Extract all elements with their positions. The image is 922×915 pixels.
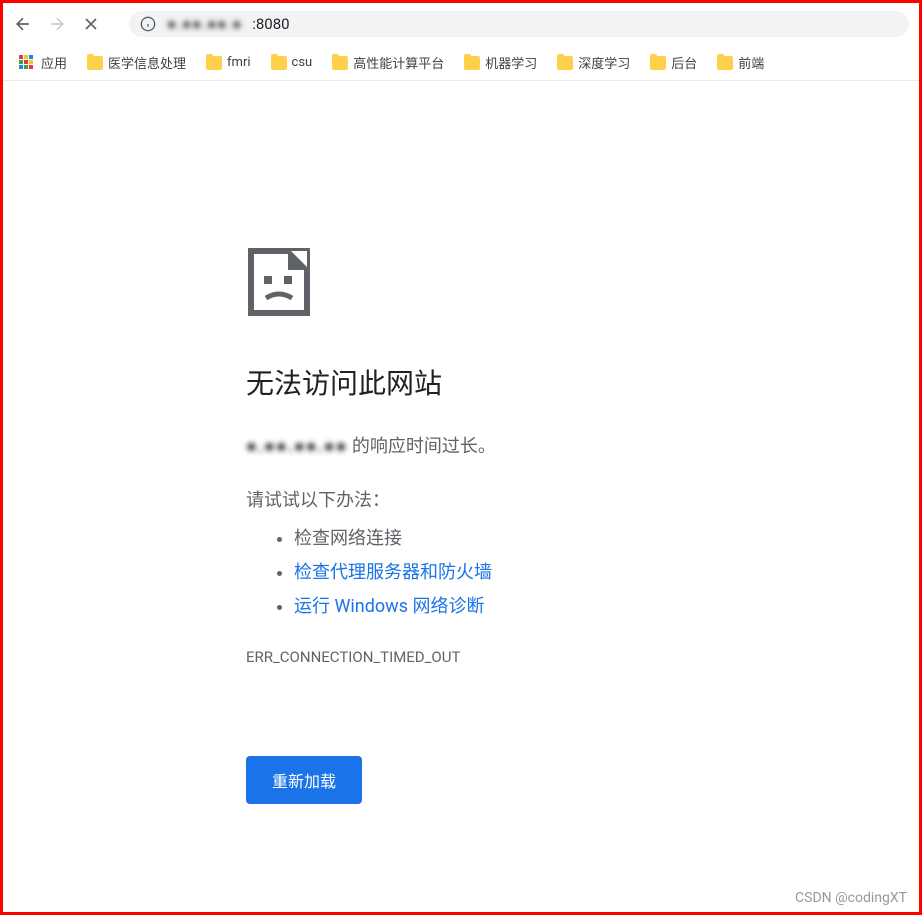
bookmark-item[interactable]: 高性能计算平台 [328,51,448,74]
folder-icon [650,56,666,70]
suggestion-item: 运行 Windows 网络诊断 [294,592,676,618]
bookmark-label: 医学信息处理 [108,53,186,72]
error-code: ERR_CONNECTION_TIMED_OUT [246,648,676,666]
url-port: :8080 [252,15,289,33]
arrow-left-icon [13,14,33,34]
navigation-toolbar: ●.●●.●●.● :8080 [3,3,919,45]
back-button[interactable] [13,14,33,34]
address-bar[interactable]: ●.●●.●●.● :8080 [129,11,909,37]
url-host: ●.●●.●●.● [167,15,242,33]
bookmark-label: 高性能计算平台 [353,53,444,72]
bookmark-item[interactable]: fmri [202,53,255,72]
windows-diagnostics-link[interactable]: 运行 Windows 网络诊断 [294,596,484,617]
folder-icon [464,56,480,70]
bookmark-label: 机器学习 [485,53,537,72]
bookmark-item[interactable]: 机器学习 [460,51,541,74]
folder-icon [332,56,348,70]
suggestions-list: 检查网络连接 检查代理服务器和防火墙 运行 Windows 网络诊断 [246,524,676,618]
proxy-firewall-link[interactable]: 检查代理服务器和防火墙 [294,562,492,583]
suggestions-title: 请试试以下办法： [246,486,676,512]
close-icon [81,14,101,34]
bookmark-item[interactable]: 后台 [646,51,701,74]
bookmark-item[interactable]: 前端 [713,51,768,74]
bookmark-item[interactable]: 医学信息处理 [83,51,190,74]
bookmark-label: 深度学习 [578,53,630,72]
folder-icon [271,56,287,70]
apps-grid-icon [19,55,35,71]
frown-page-icon [246,246,318,318]
bookmark-label: 后台 [671,53,697,72]
bookmark-item[interactable]: 深度学习 [553,51,634,74]
error-description: ●.●●.●●.●● 的响应时间过长。 [246,432,676,458]
folder-icon [717,56,733,70]
stop-button[interactable] [81,14,101,34]
error-title: 无法访问此网站 [246,362,676,402]
bookmarks-bar: 应用 医学信息处理 fmri csu 高性能计算平台 机器学习 深度学习 后台 … [3,45,919,81]
bookmark-label: fmri [227,55,251,70]
bookmark-item[interactable]: csu [267,53,317,72]
folder-icon [87,56,103,70]
suggestion-item: 检查代理服务器和防火墙 [294,558,676,584]
folder-icon [206,56,222,70]
suggestion-text: 检查网络连接 [294,528,402,549]
reload-button[interactable]: 重新加载 [246,756,362,804]
error-desc-suffix: 的响应时间过长。 [347,436,495,457]
watermark: CSDN @codingXT [795,890,907,906]
suggestion-item: 检查网络连接 [294,524,676,550]
forward-button[interactable] [47,14,67,34]
error-page: 无法访问此网站 ●.●●.●●.●● 的响应时间过长。 请试试以下办法： 检查网… [3,81,919,804]
folder-icon [557,56,573,70]
info-icon [139,15,157,33]
arrow-right-icon [47,14,67,34]
error-host: ●.●●.●●.●● [246,436,347,457]
bookmark-label: csu [292,55,313,70]
apps-button[interactable]: 应用 [15,51,71,74]
apps-label: 应用 [41,53,67,72]
bookmark-label: 前端 [738,53,764,72]
